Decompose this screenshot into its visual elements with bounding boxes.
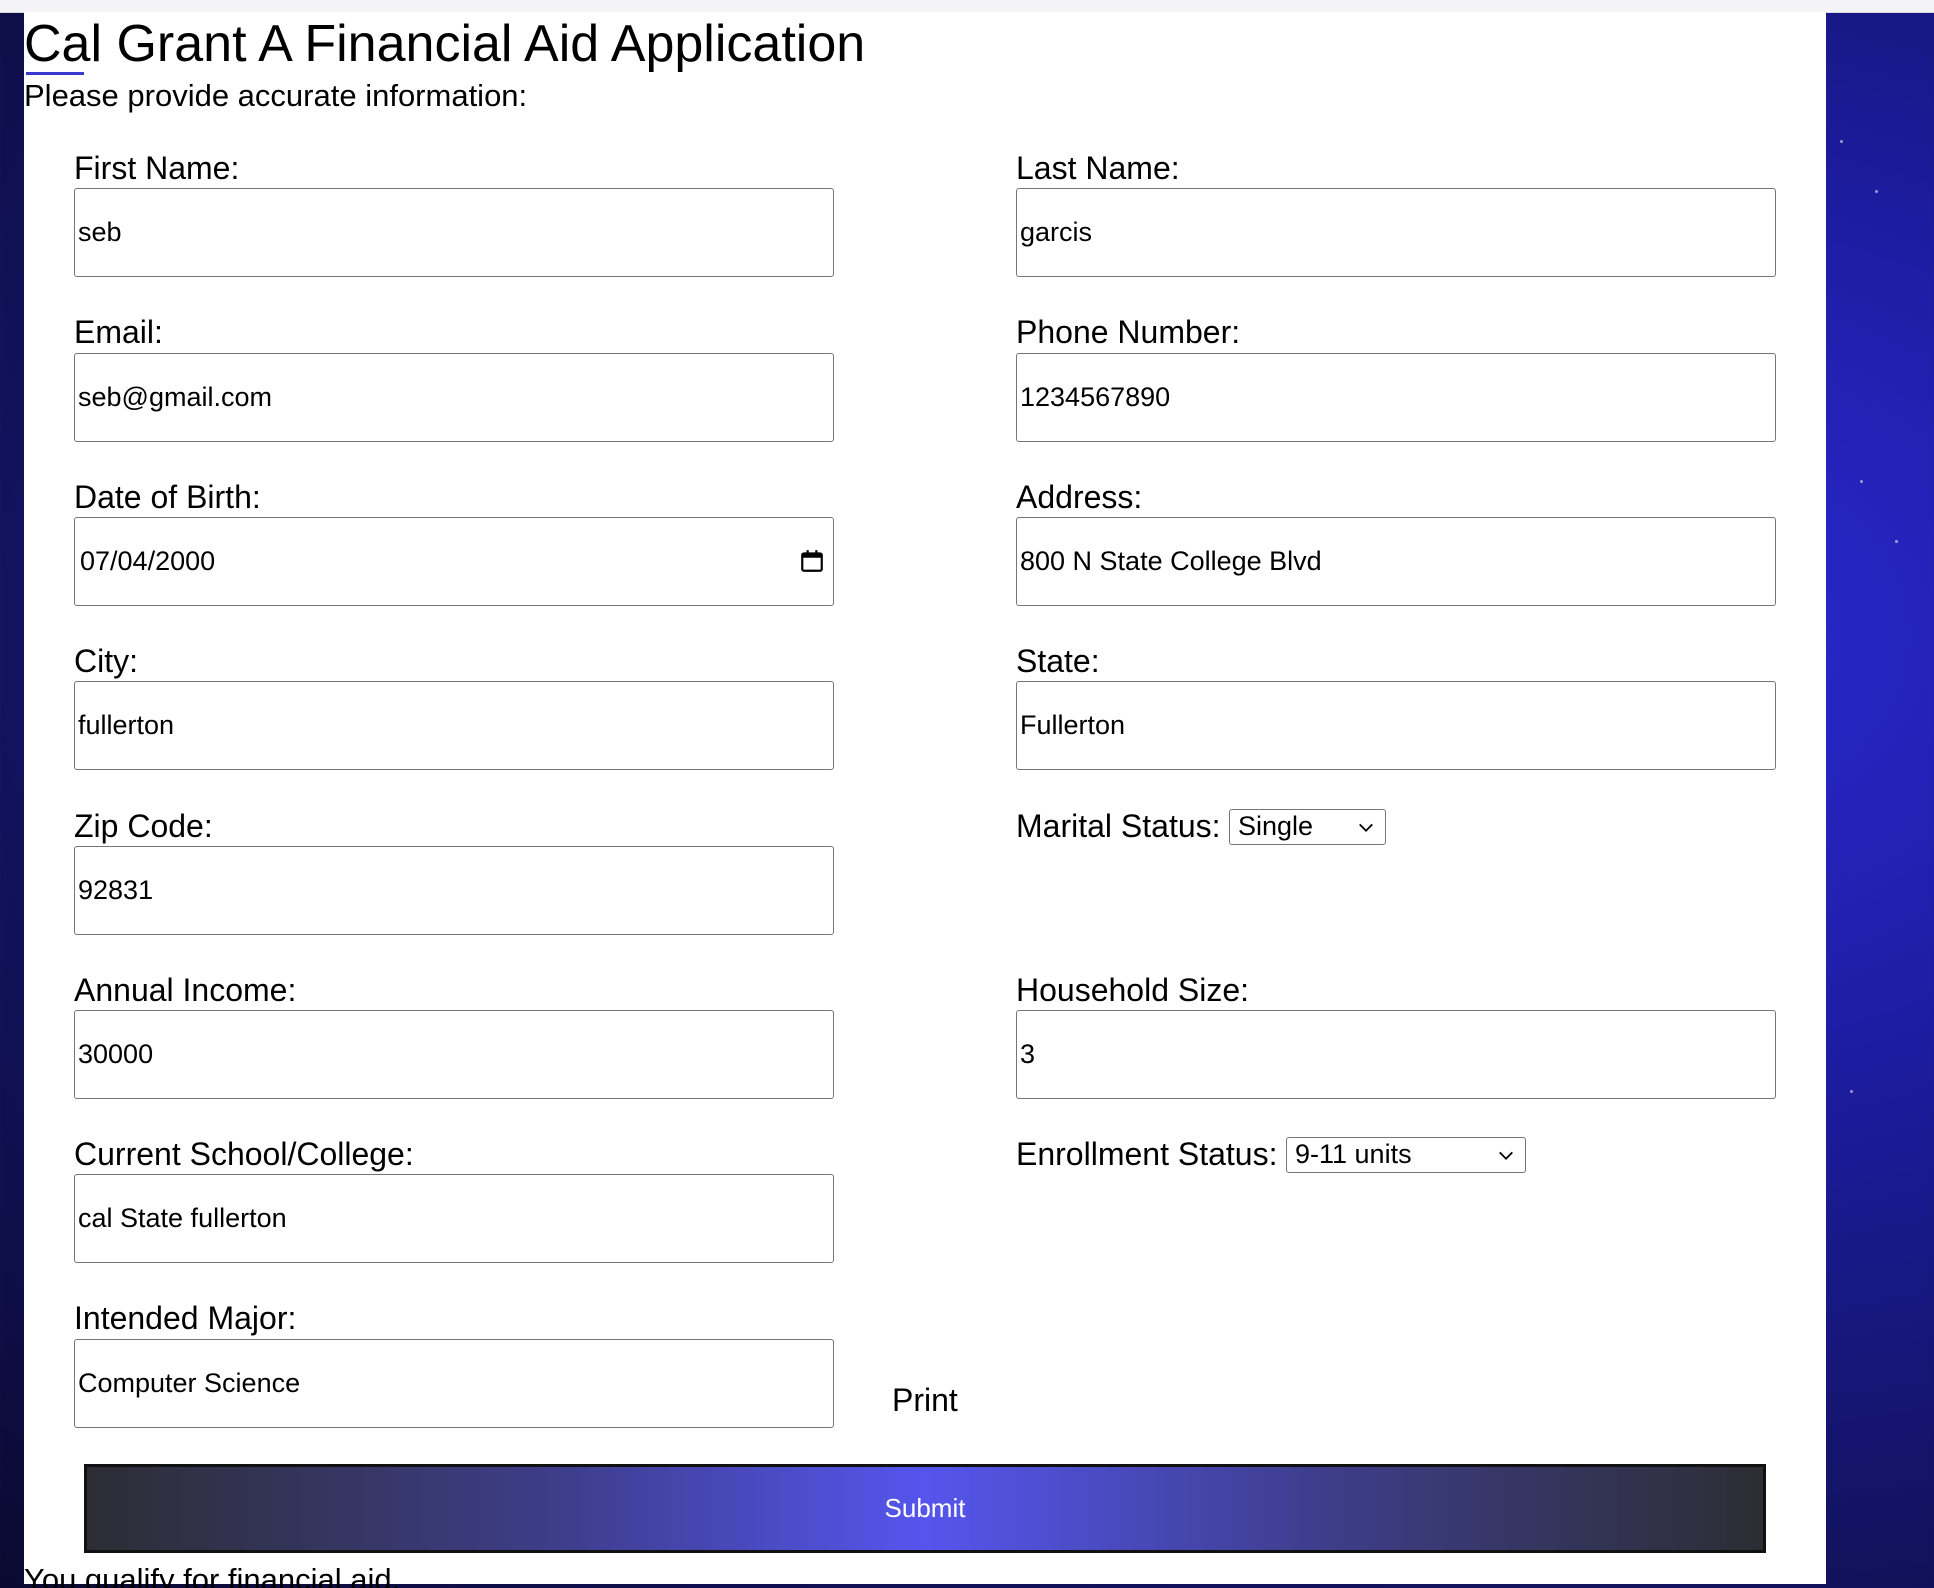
application-form-card: Cal Grant A Financial Aid Application Pl… <box>24 12 1826 1588</box>
zip-label: Zip Code: <box>74 808 213 844</box>
submit-button[interactable]: Submit <box>84 1464 1766 1553</box>
major-input[interactable]: Computer Science <box>74 1339 834 1428</box>
dob-value: 07/04/2000 <box>80 546 216 576</box>
annual-income-input[interactable]: 30000 <box>74 1010 834 1099</box>
marital-status-select[interactable]: Single <box>1229 809 1386 845</box>
eligibility-result-text: You qualify for financial aid. <box>24 1562 401 1588</box>
last-name-input[interactable]: garcis <box>1016 188 1776 277</box>
chevron-down-icon <box>1499 1151 1513 1160</box>
chevron-down-icon <box>1359 823 1373 832</box>
school-label: Current School/College: <box>74 1136 414 1172</box>
state-input[interactable]: Fullerton <box>1016 681 1776 770</box>
annual-income-label: Annual Income: <box>74 972 297 1008</box>
enrollment-status-label: Enrollment Status: <box>1016 1136 1278 1172</box>
background-star <box>1895 540 1898 543</box>
marital-status-value: Single <box>1238 811 1314 841</box>
household-size-label: Household Size: <box>1016 972 1250 1008</box>
last-name-label: Last Name: <box>1016 150 1180 186</box>
title-focus-underline <box>26 72 84 75</box>
city-label: City: <box>74 643 138 679</box>
city-input[interactable]: fullerton <box>74 681 834 770</box>
state-label: State: <box>1016 643 1100 679</box>
dob-date-input[interactable]: 07/04/2000 <box>74 517 834 606</box>
background-star <box>1840 140 1843 143</box>
address-label: Address: <box>1016 479 1143 515</box>
first-name-input[interactable]: seb <box>74 188 834 277</box>
major-label: Intended Major: <box>74 1300 297 1336</box>
dob-label: Date of Birth: <box>74 479 261 515</box>
phone-input[interactable]: 1234567890 <box>1016 353 1776 442</box>
phone-label: Phone Number: <box>1016 314 1241 350</box>
background-star <box>1850 1090 1853 1093</box>
email-input[interactable]: seb@gmail.com <box>74 353 834 442</box>
calendar-icon[interactable] <box>799 548 825 574</box>
household-size-input[interactable]: 3 <box>1016 1010 1776 1099</box>
background-star <box>1875 190 1878 193</box>
first-name-label: First Name: <box>74 150 240 186</box>
marital-status-label: Marital Status: <box>1016 808 1221 844</box>
address-input[interactable]: 800 N State College Blvd <box>1016 517 1776 606</box>
page-subtitle: Please provide accurate information: <box>24 78 528 113</box>
enrollment-status-value: 9-11 units <box>1295 1139 1412 1169</box>
email-label: Email: <box>74 314 163 350</box>
zip-input[interactable]: 92831 <box>74 846 834 935</box>
page-title: Cal Grant A Financial Aid Application <box>24 15 866 73</box>
background-star <box>1860 480 1863 483</box>
enrollment-status-select[interactable]: 9-11 units <box>1286 1137 1526 1173</box>
school-input[interactable]: cal State fullerton <box>74 1174 834 1263</box>
print-button[interactable]: Print <box>892 1382 958 1419</box>
